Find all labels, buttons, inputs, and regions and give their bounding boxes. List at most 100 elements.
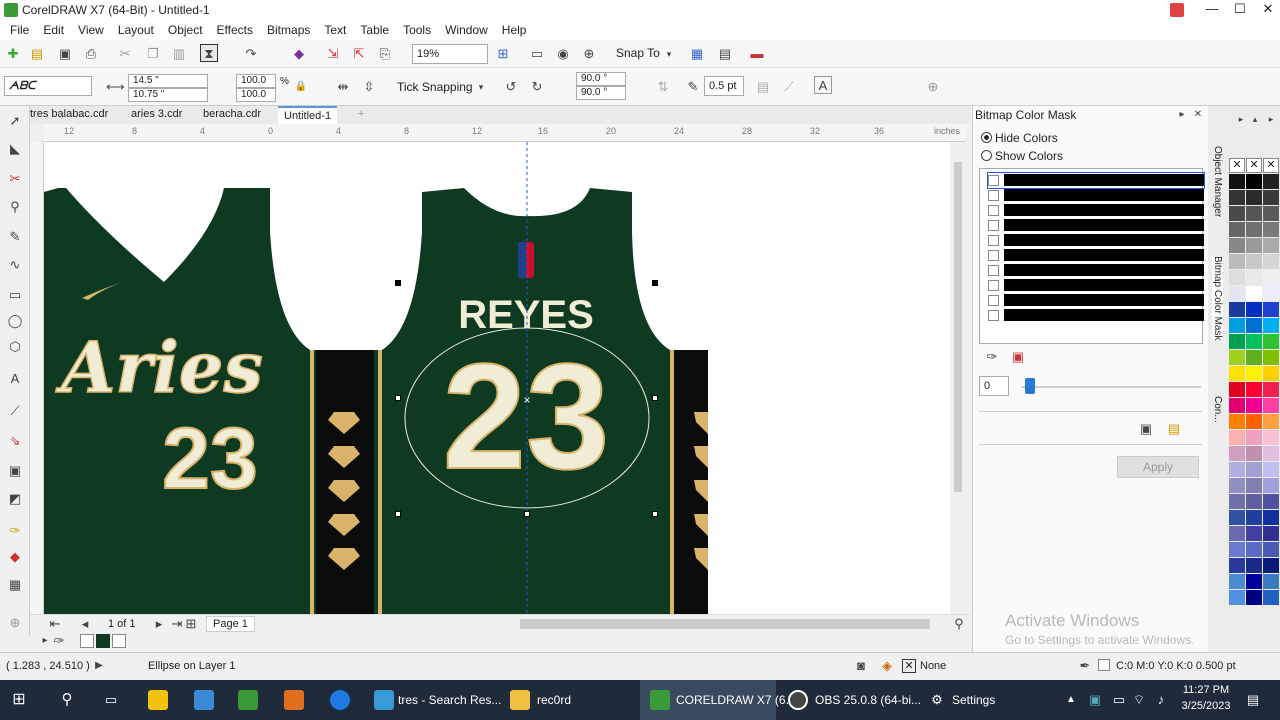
palette-swatch[interactable] (1246, 414, 1262, 429)
palette-swatch[interactable] (1263, 398, 1279, 413)
mask-checkbox[interactable] (988, 250, 999, 261)
play-icon[interactable]: ▶ (90, 657, 108, 675)
palette-swatch[interactable] (1229, 366, 1245, 381)
freehand-tool-icon[interactable]: ✎ (6, 228, 24, 246)
mask-row[interactable] (987, 172, 1205, 189)
clock-date[interactable]: 3/25/2023 (1176, 700, 1236, 712)
palette-swatch[interactable] (1229, 414, 1245, 429)
palette-swatch[interactable] (1229, 302, 1245, 317)
menu-window[interactable]: Window (438, 20, 495, 40)
vertical-ruler[interactable] (30, 142, 44, 616)
palette-swatch[interactable] (1246, 398, 1262, 413)
palette-swatch[interactable] (1263, 494, 1279, 509)
menu-file[interactable]: File (3, 20, 36, 40)
tab-contour[interactable]: Con... (1212, 396, 1223, 423)
mask-row[interactable] (988, 248, 1204, 263)
folder-icon[interactable] (510, 690, 530, 710)
new-tab-icon[interactable]: + (358, 108, 364, 120)
add-tab-icon[interactable]: ⊕ (924, 78, 942, 96)
coreldraw-icon[interactable] (238, 690, 258, 710)
mask-checkbox[interactable] (988, 205, 999, 216)
palette-swatch[interactable] (1246, 286, 1262, 301)
copy-icon[interactable]: ❐ (144, 45, 162, 63)
start-angle-field[interactable]: 90.0 ° (576, 72, 626, 86)
wrap-text-icon[interactable]: ▤ (754, 78, 772, 96)
to-curves-icon[interactable]: ⟋ (780, 78, 798, 96)
palette-swatch[interactable] (1263, 430, 1279, 445)
first-page-icon[interactable]: ⇤ (46, 615, 64, 633)
palette-swatch[interactable] (1246, 590, 1262, 605)
mask-checkbox[interactable] (988, 175, 999, 186)
palette-swatch[interactable] (1246, 206, 1262, 221)
palette-swatch[interactable] (1263, 334, 1279, 349)
direction-icon[interactable]: ⇅ (654, 78, 672, 96)
mask-row[interactable] (988, 278, 1204, 293)
palette-swatch[interactable] (1263, 350, 1279, 365)
mask-checkbox[interactable] (988, 190, 999, 201)
open-icon[interactable]: ▤ (28, 45, 46, 63)
artwork[interactable]: Aries 23 REYES 23 × (44, 142, 950, 616)
palette-swatch[interactable] (1263, 414, 1279, 429)
selection-handle[interactable] (395, 280, 401, 286)
palette-swatch[interactable] (1263, 222, 1279, 237)
object-width-field[interactable]: 14.5 " (128, 74, 208, 88)
show-grid-icon[interactable]: ⊕ (580, 45, 598, 63)
palette-swatch[interactable] (1246, 270, 1262, 285)
taskbar-item-obs[interactable]: OBS 25.0.8 (64-bi... (815, 680, 921, 720)
pick-tool-icon[interactable]: ➚ (6, 112, 24, 130)
options-icon[interactable]: ▦ (688, 45, 706, 63)
mask-checkbox[interactable] (988, 295, 999, 306)
save-mask-icon[interactable]: ▣ (1137, 420, 1155, 438)
palette-swatch[interactable] (1263, 318, 1279, 333)
palette-swatch[interactable] (1246, 558, 1262, 573)
mirror-vertical-icon[interactable]: ⇳ (360, 78, 378, 96)
palette-swatch[interactable] (1263, 446, 1279, 461)
prev-page-icon[interactable]: ◂ (76, 615, 94, 633)
ellipse-tool-icon[interactable]: ◯ (6, 312, 24, 330)
jersey-right[interactable]: REYES 23 (382, 188, 708, 616)
swatch-green[interactable] (96, 634, 110, 648)
selection-handle[interactable] (652, 280, 658, 286)
palette-swatch[interactable] (1263, 254, 1279, 269)
palette-swatch[interactable] (1263, 286, 1279, 301)
mirror-horizontal-icon[interactable]: ⇹ (334, 78, 352, 96)
palette-swatch[interactable] (1263, 238, 1279, 253)
palette-swatch[interactable] (1263, 174, 1279, 189)
palette-swatch[interactable]: ✕ (1263, 158, 1279, 173)
palette-swatch[interactable] (1263, 542, 1279, 557)
selection-handle[interactable] (524, 511, 530, 517)
palette-swatch[interactable] (1246, 302, 1262, 317)
edit-color-icon[interactable]: ▣ (1009, 348, 1027, 366)
notifications-icon[interactable]: ▤ (1244, 691, 1262, 709)
rotate-right-icon[interactable]: ↻ (528, 78, 546, 96)
tab-aries-3[interactable]: aries 3.cdr (131, 108, 182, 120)
tab-object-manager[interactable]: Object Manager (1212, 146, 1223, 217)
lock-ratio-icon[interactable]: 🔒 (292, 78, 310, 96)
chevron-down-icon[interactable]: ▾ (660, 45, 678, 63)
palette-swatch[interactable] (1246, 446, 1262, 461)
connector-tool-icon[interactable]: ⇘ (6, 432, 24, 450)
palette-swatch[interactable] (1229, 558, 1245, 573)
transparency-icon[interactable]: ◩ (6, 490, 24, 508)
zoom-tool-icon[interactable]: ⚲ (6, 198, 24, 216)
full-screen-preview-icon[interactable]: ▭ (528, 45, 546, 63)
text-icon[interactable]: A (814, 76, 832, 94)
palette-swatch[interactable] (1229, 254, 1245, 269)
palette-swatch[interactable] (1246, 350, 1262, 365)
mask-color-list[interactable] (979, 168, 1205, 344)
palette-swatch[interactable] (1229, 350, 1245, 365)
palette-swatch[interactable] (1229, 286, 1245, 301)
menu-layout[interactable]: Layout (111, 20, 161, 40)
bluetooth-icon[interactable] (330, 690, 350, 710)
mask-row[interactable] (988, 188, 1204, 203)
corel-photopaint-icon[interactable] (284, 690, 304, 710)
artistic-media-icon[interactable]: ∿ (6, 256, 24, 274)
palette-swatch[interactable] (1229, 446, 1245, 461)
no-color-swatch[interactable] (80, 634, 94, 648)
no-outline-swatch[interactable]: ✕ (1246, 158, 1262, 173)
close-button[interactable]: ✕ (1254, 0, 1280, 20)
minimize-button[interactable]: — (1198, 0, 1226, 20)
palette-swatch[interactable] (1246, 462, 1262, 477)
mask-row[interactable] (988, 203, 1204, 218)
taskbar-item-settings[interactable]: Settings (952, 680, 995, 720)
